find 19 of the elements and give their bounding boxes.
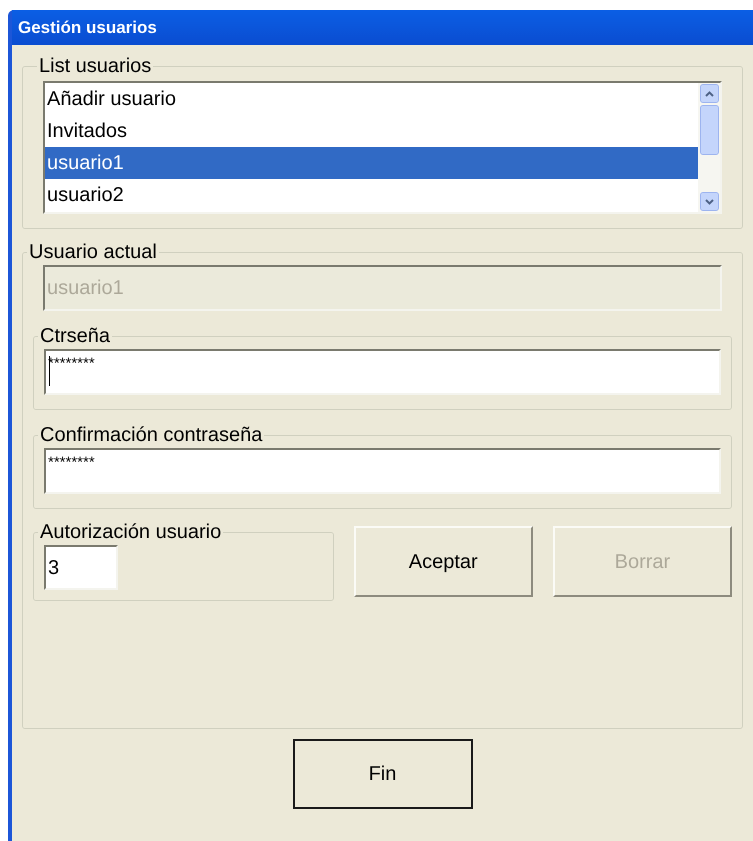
list-item[interactable]: usuario1 — [45, 147, 698, 179]
list-item[interactable]: Invitados — [45, 115, 698, 147]
window-title: Gestión usuarios — [18, 16, 157, 39]
chevron-up-icon — [704, 90, 714, 96]
user-listbox[interactable]: Añadir usuario Invitados usuario1 usuario2 — [43, 81, 722, 214]
group-label: Confirmación contraseña — [39, 424, 264, 446]
group-label: Autorización usuario — [39, 521, 222, 543]
scroll-thumb[interactable] — [700, 105, 718, 155]
finish-button[interactable]: Fin — [292, 739, 472, 809]
scroll-down-button[interactable] — [700, 192, 718, 211]
password-value: ******** — [48, 454, 95, 472]
list-item[interactable]: usuario2 — [45, 179, 698, 211]
group-label: List usuarios — [38, 55, 152, 77]
group-label: Usuario actual — [28, 241, 158, 263]
scroll-up-button[interactable] — [700, 84, 718, 103]
list-item[interactable]: Añadir usuario — [45, 83, 698, 115]
group-label: Ctrseña — [39, 325, 112, 347]
scrollbar[interactable] — [698, 83, 720, 212]
chevron-down-icon — [704, 198, 714, 204]
